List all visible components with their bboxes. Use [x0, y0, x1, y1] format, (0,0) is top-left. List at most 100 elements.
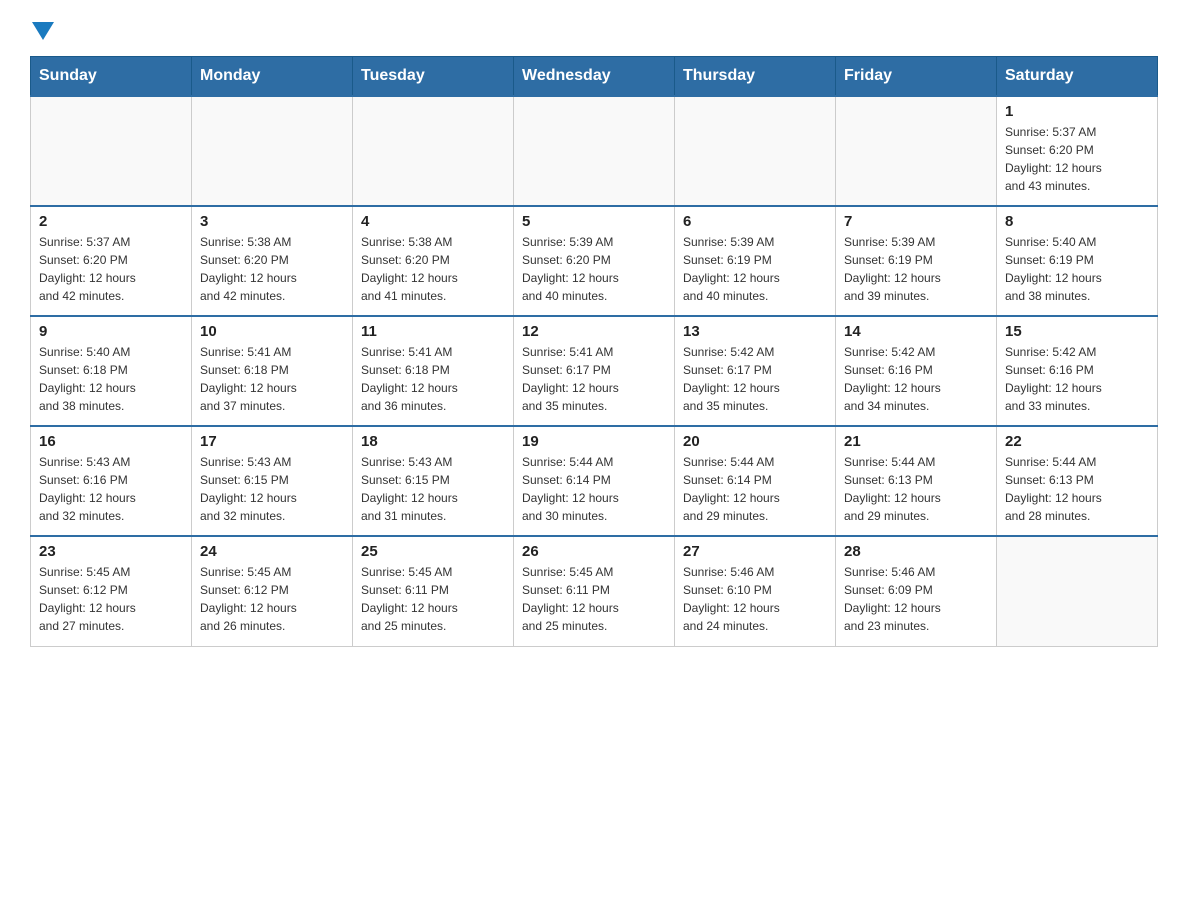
day-info: Sunrise: 5:39 AMSunset: 6:19 PMDaylight:… [844, 233, 988, 305]
table-row: 18 Sunrise: 5:43 AMSunset: 6:15 PMDayligh… [353, 426, 514, 536]
calendar-week-row: 1Sunrise: 5:37 AMSunset: 6:20 PMDaylight… [31, 96, 1158, 206]
header-monday: Monday [192, 57, 353, 97]
day-number: 22 [1005, 433, 1149, 450]
table-row [353, 96, 514, 206]
day-info: Sunrise: 5:41 AMSunset: 6:18 PMDaylight:… [361, 343, 505, 415]
table-row: 14Sunrise: 5:42 AMSunset: 6:16 PMDayligh… [836, 316, 997, 426]
day-info: Sunrise: 5:46 AMSunset: 6:10 PMDaylight:… [683, 563, 827, 635]
logo-triangle-icon [32, 22, 54, 40]
table-row: 13 Sunrise: 5:42 AMSunset: 6:17 PMDayligh… [675, 316, 836, 426]
calendar-week-row: 16 Sunrise: 5:43 AMSunset: 6:16 PMDayligh… [31, 426, 1158, 536]
header-sunday: Sunday [31, 57, 192, 97]
day-info: Sunrise: 5:44 AMSunset: 6:13 PMDaylight:… [844, 453, 988, 525]
day-info: Sunrise: 5:43 AMSunset: 6:15 PMDaylight:… [200, 453, 344, 525]
header-tuesday: Tuesday [353, 57, 514, 97]
day-info: Sunrise: 5:42 AMSunset: 6:17 PMDaylight:… [683, 343, 827, 415]
day-number: 16 [39, 433, 183, 450]
day-info: Sunrise: 5:43 AMSunset: 6:16 PMDaylight:… [39, 453, 183, 525]
table-row [192, 96, 353, 206]
day-info: Sunrise: 5:45 AMSunset: 6:12 PMDaylight:… [200, 563, 344, 635]
day-info: Sunrise: 5:43 AMSunset: 6:15 PMDaylight:… [361, 453, 505, 525]
table-row: 17 Sunrise: 5:43 AMSunset: 6:15 PMDayligh… [192, 426, 353, 536]
calendar-week-row: 2 Sunrise: 5:37 AMSunset: 6:20 PMDaylight… [31, 206, 1158, 316]
table-row: 19 Sunrise: 5:44 AMSunset: 6:14 PMDayligh… [514, 426, 675, 536]
day-info: Sunrise: 5:37 AMSunset: 6:20 PMDaylight:… [1005, 123, 1149, 195]
day-number: 27 [683, 543, 827, 560]
table-row: 20 Sunrise: 5:44 AMSunset: 6:14 PMDayligh… [675, 426, 836, 536]
day-info: Sunrise: 5:44 AMSunset: 6:14 PMDaylight:… [522, 453, 666, 525]
day-info: Sunrise: 5:41 AMSunset: 6:18 PMDaylight:… [200, 343, 344, 415]
day-info: Sunrise: 5:45 AMSunset: 6:11 PMDaylight:… [361, 563, 505, 635]
day-number: 5 [522, 213, 666, 230]
weekday-header-row: Sunday Monday Tuesday Wednesday Thursday… [31, 57, 1158, 97]
day-number: 2 [39, 213, 183, 230]
calendar-week-row: 9 Sunrise: 5:40 AMSunset: 6:18 PMDaylight… [31, 316, 1158, 426]
day-info: Sunrise: 5:38 AMSunset: 6:20 PMDaylight:… [361, 233, 505, 305]
day-number: 12 [522, 323, 666, 340]
table-row [997, 536, 1158, 646]
day-number: 13 [683, 323, 827, 340]
day-number: 28 [844, 543, 988, 560]
day-info: Sunrise: 5:45 AMSunset: 6:11 PMDaylight:… [522, 563, 666, 635]
day-number: 19 [522, 433, 666, 450]
table-row: 9 Sunrise: 5:40 AMSunset: 6:18 PMDaylight… [31, 316, 192, 426]
page-header [30, 20, 1158, 40]
table-row: 21 Sunrise: 5:44 AMSunset: 6:13 PMDayligh… [836, 426, 997, 536]
day-info: Sunrise: 5:37 AMSunset: 6:20 PMDaylight:… [39, 233, 183, 305]
day-number: 20 [683, 433, 827, 450]
table-row [514, 96, 675, 206]
table-row: 22 Sunrise: 5:44 AMSunset: 6:13 PMDayligh… [997, 426, 1158, 536]
day-info: Sunrise: 5:42 AMSunset: 6:16 PMDaylight:… [844, 343, 988, 415]
day-number: 21 [844, 433, 988, 450]
day-info: Sunrise: 5:38 AMSunset: 6:20 PMDaylight:… [200, 233, 344, 305]
day-number: 15 [1005, 323, 1149, 340]
header-wednesday: Wednesday [514, 57, 675, 97]
day-number: 7 [844, 213, 988, 230]
day-number: 6 [683, 213, 827, 230]
table-row: 15Sunrise: 5:42 AMSunset: 6:16 PMDayligh… [997, 316, 1158, 426]
table-row [836, 96, 997, 206]
calendar-week-row: 23 Sunrise: 5:45 AMSunset: 6:12 PMDayligh… [31, 536, 1158, 646]
day-number: 26 [522, 543, 666, 560]
day-number: 18 [361, 433, 505, 450]
table-row: 4 Sunrise: 5:38 AMSunset: 6:20 PMDaylight… [353, 206, 514, 316]
header-friday: Friday [836, 57, 997, 97]
header-thursday: Thursday [675, 57, 836, 97]
table-row: 27 Sunrise: 5:46 AMSunset: 6:10 PMDayligh… [675, 536, 836, 646]
table-row: 3 Sunrise: 5:38 AMSunset: 6:20 PMDaylight… [192, 206, 353, 316]
table-row [675, 96, 836, 206]
day-info: Sunrise: 5:39 AMSunset: 6:19 PMDaylight:… [683, 233, 827, 305]
day-number: 17 [200, 433, 344, 450]
table-row: 1Sunrise: 5:37 AMSunset: 6:20 PMDaylight… [997, 96, 1158, 206]
day-number: 11 [361, 323, 505, 340]
day-number: 4 [361, 213, 505, 230]
table-row: 5 Sunrise: 5:39 AMSunset: 6:20 PMDaylight… [514, 206, 675, 316]
day-number: 9 [39, 323, 183, 340]
day-number: 8 [1005, 213, 1149, 230]
table-row [31, 96, 192, 206]
day-number: 23 [39, 543, 183, 560]
day-info: Sunrise: 5:44 AMSunset: 6:14 PMDaylight:… [683, 453, 827, 525]
day-info: Sunrise: 5:46 AMSunset: 6:09 PMDaylight:… [844, 563, 988, 635]
table-row: 26 Sunrise: 5:45 AMSunset: 6:11 PMDayligh… [514, 536, 675, 646]
day-info: Sunrise: 5:45 AMSunset: 6:12 PMDaylight:… [39, 563, 183, 635]
table-row: 10Sunrise: 5:41 AMSunset: 6:18 PMDayligh… [192, 316, 353, 426]
day-number: 24 [200, 543, 344, 560]
table-row: 25 Sunrise: 5:45 AMSunset: 6:11 PMDayligh… [353, 536, 514, 646]
table-row: 28 Sunrise: 5:46 AMSunset: 6:09 PMDayligh… [836, 536, 997, 646]
calendar-table: Sunday Monday Tuesday Wednesday Thursday… [30, 56, 1158, 647]
table-row: 23 Sunrise: 5:45 AMSunset: 6:12 PMDayligh… [31, 536, 192, 646]
table-row: 11 Sunrise: 5:41 AMSunset: 6:18 PMDayligh… [353, 316, 514, 426]
day-info: Sunrise: 5:40 AMSunset: 6:18 PMDaylight:… [39, 343, 183, 415]
day-info: Sunrise: 5:41 AMSunset: 6:17 PMDaylight:… [522, 343, 666, 415]
day-info: Sunrise: 5:44 AMSunset: 6:13 PMDaylight:… [1005, 453, 1149, 525]
table-row: 7 Sunrise: 5:39 AMSunset: 6:19 PMDaylight… [836, 206, 997, 316]
table-row: 8Sunrise: 5:40 AMSunset: 6:19 PMDaylight… [997, 206, 1158, 316]
day-info: Sunrise: 5:39 AMSunset: 6:20 PMDaylight:… [522, 233, 666, 305]
day-number: 3 [200, 213, 344, 230]
table-row: 6 Sunrise: 5:39 AMSunset: 6:19 PMDaylight… [675, 206, 836, 316]
day-number: 25 [361, 543, 505, 560]
table-row: 16 Sunrise: 5:43 AMSunset: 6:16 PMDayligh… [31, 426, 192, 536]
table-row: 2 Sunrise: 5:37 AMSunset: 6:20 PMDaylight… [31, 206, 192, 316]
logo [30, 20, 54, 40]
